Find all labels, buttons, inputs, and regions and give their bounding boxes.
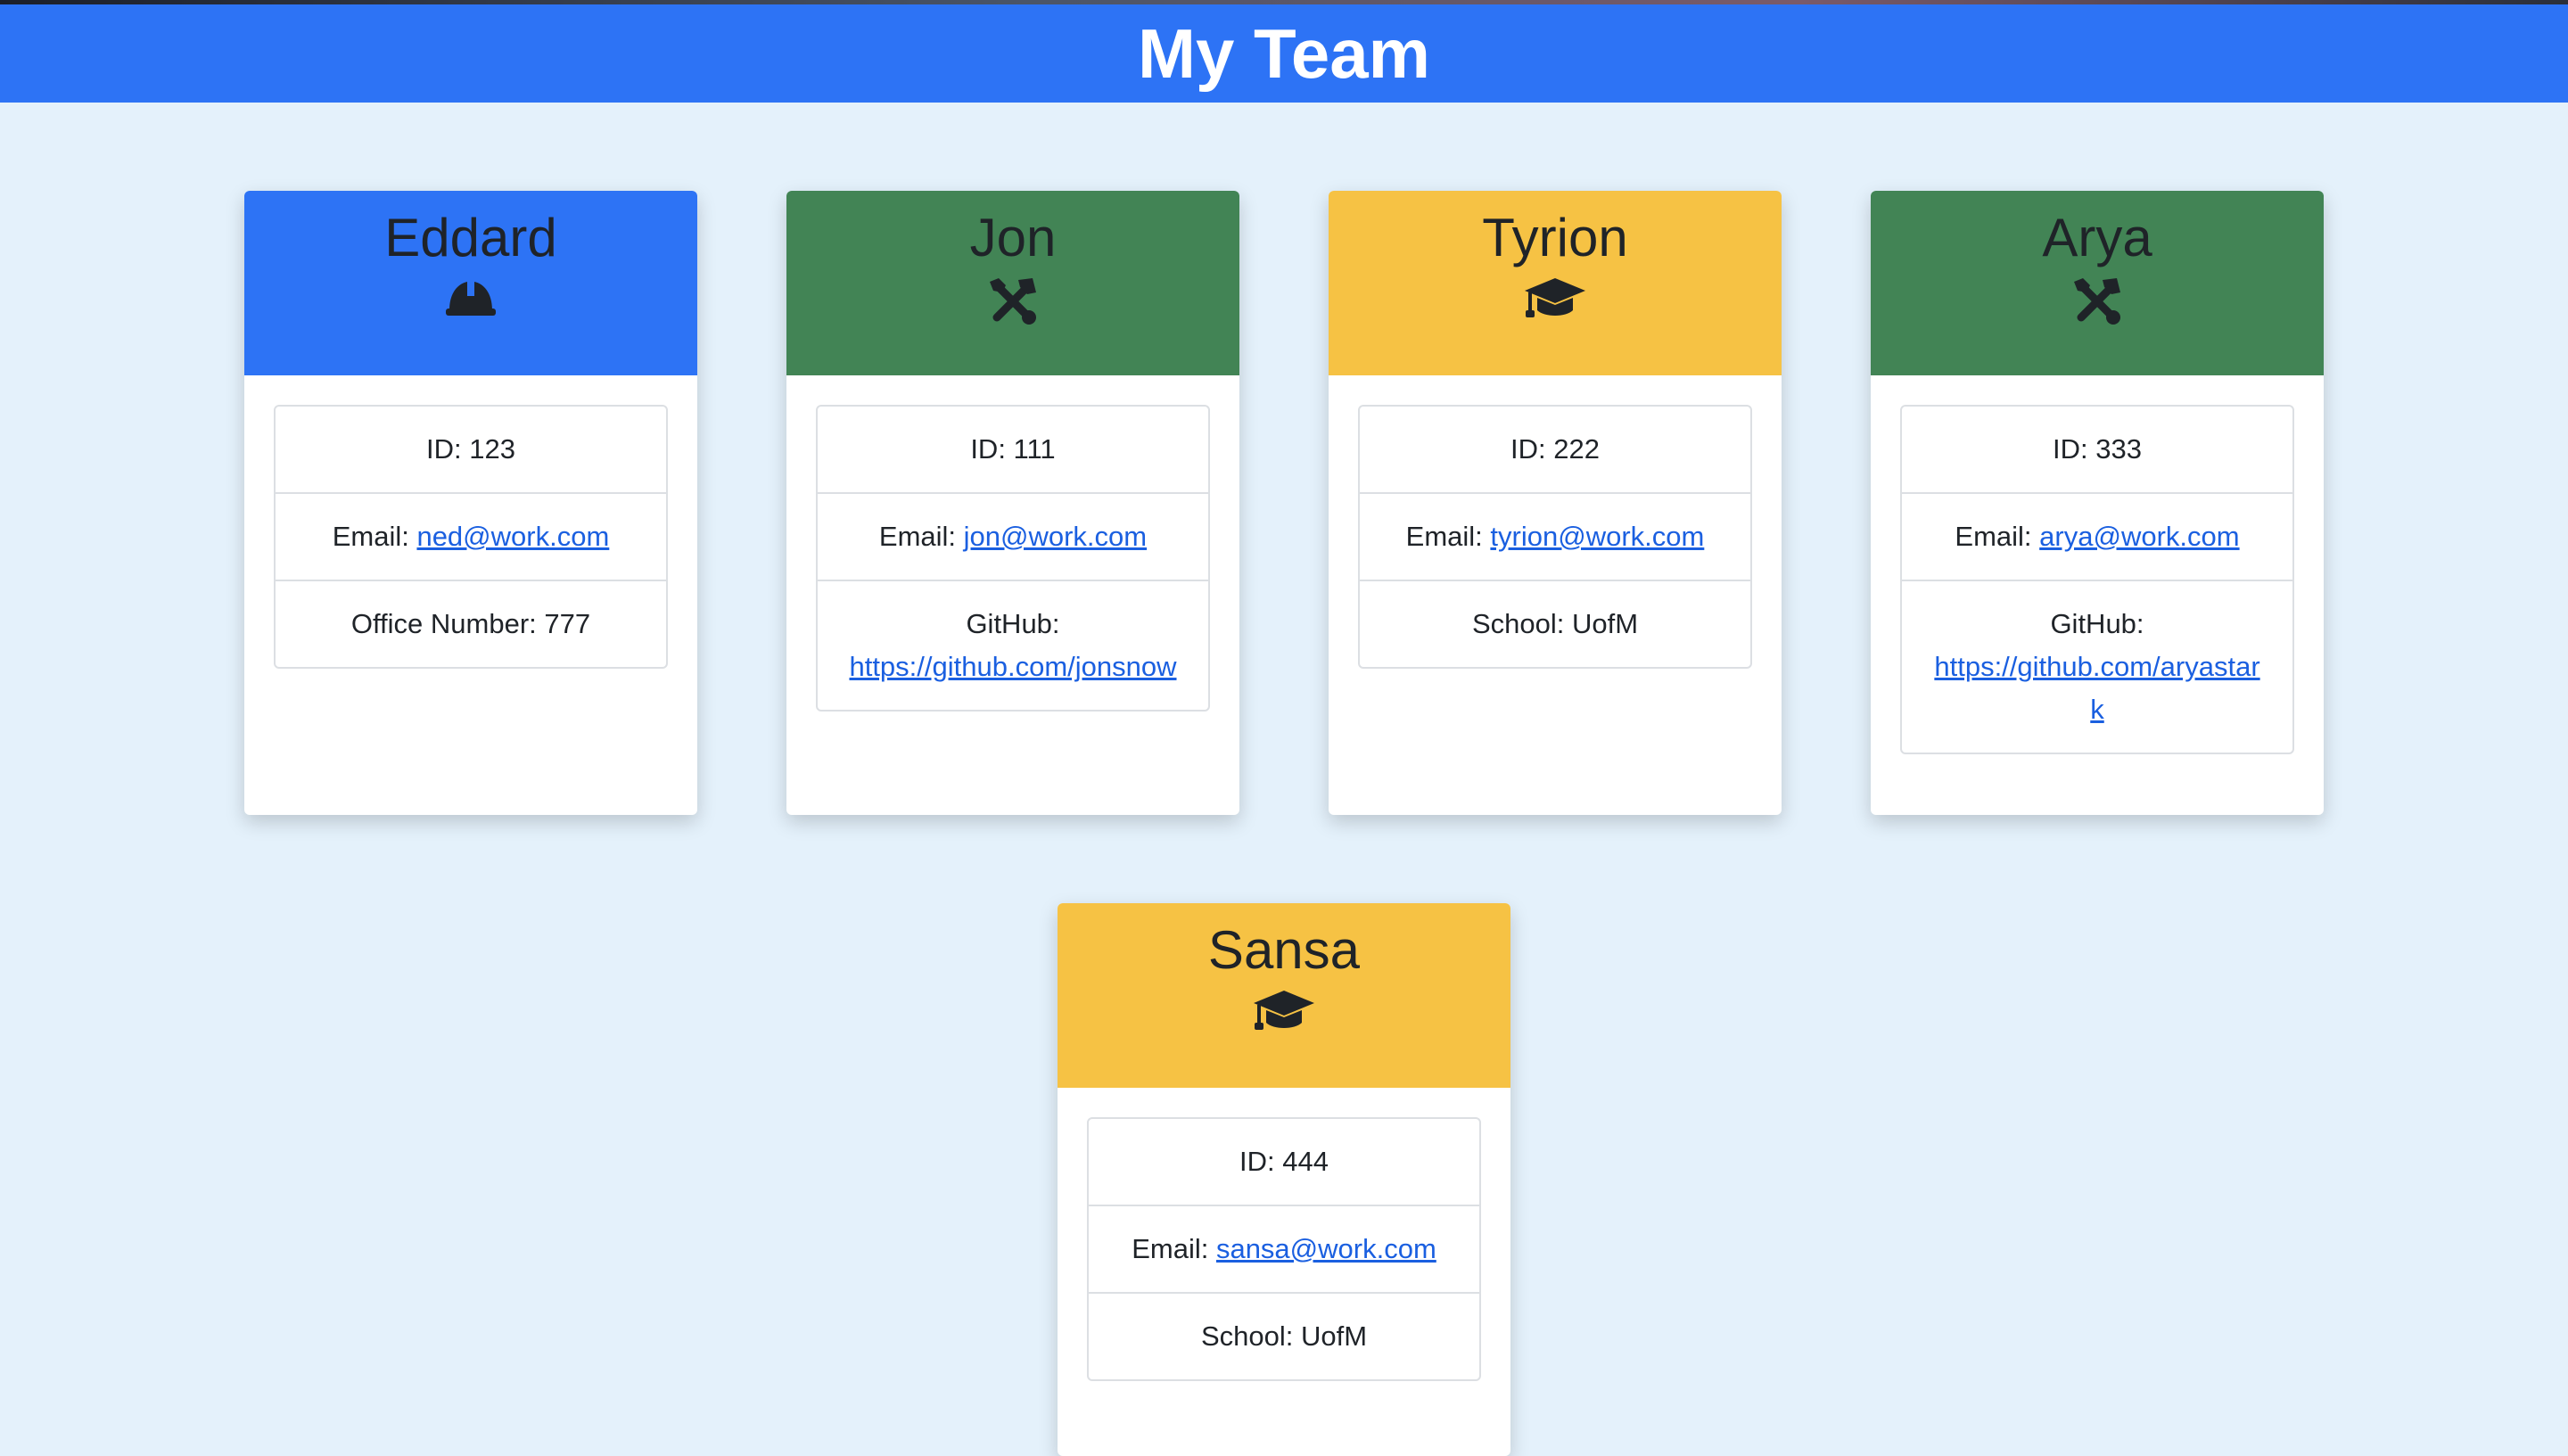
github-row: GitHub: https://github.com/aryastark <box>1902 580 2292 753</box>
graduation-cap-icon <box>1523 275 1587 321</box>
card-header: Sansa <box>1058 903 1510 1088</box>
employee-name: Eddard <box>384 208 557 267</box>
card-header: Tyrion <box>1329 191 1782 375</box>
email-link[interactable]: sansa@work.com <box>1216 1233 1436 1264</box>
github-link[interactable]: https://github.com/aryastark <box>1934 651 2259 725</box>
tools-icon <box>986 275 1040 328</box>
github-row: GitHub: https://github.com/jonsnow <box>818 580 1208 710</box>
email-label: Email: <box>332 521 417 552</box>
employee-card: Sansa ID: 444 Email: sansa@work.com Scho… <box>1058 903 1510 1456</box>
employee-id: ID: 333 <box>2053 433 2142 465</box>
employee-card: Jon ID: 111 Email: jon@work.com GitHub: … <box>786 191 1239 815</box>
card-header: Arya <box>1871 191 2324 375</box>
info-list: ID: 123 Email: ned@work.com Office Numbe… <box>274 405 668 669</box>
tools-icon <box>2070 275 2124 328</box>
employee-email-row: Email: ned@work.com <box>276 492 666 580</box>
info-list: ID: 333 Email: arya@work.com GitHub: htt… <box>1900 405 2294 754</box>
employee-id: ID: 222 <box>1510 433 1600 465</box>
card-header: Jon <box>786 191 1239 375</box>
github-label: GitHub: <box>2050 608 2144 639</box>
employee-email-row: Email: tyrion@work.com <box>1360 492 1750 580</box>
github-label: GitHub: <box>966 608 1060 639</box>
employee-name: Sansa <box>1207 920 1361 980</box>
employee-email-row: Email: jon@work.com <box>818 492 1208 580</box>
card-header: Eddard <box>244 191 697 375</box>
email-link[interactable]: tyrion@work.com <box>1490 521 1704 552</box>
email-label: Email: <box>878 521 964 552</box>
email-label: Email: <box>1955 521 2040 552</box>
employee-card: Eddard ID: 123 Email: ned@work.com Offic… <box>244 191 697 815</box>
school: School: UofM <box>1089 1292 1479 1379</box>
graduation-cap-icon <box>1252 987 1316 1033</box>
school: School: UofM <box>1360 580 1750 667</box>
employee-card: Arya ID: 333 Email: arya@work.com GitHub… <box>1871 191 2324 815</box>
email-link[interactable]: arya@work.com <box>2039 521 2239 552</box>
info-list: ID: 444 Email: sansa@work.com School: Uo… <box>1087 1117 1481 1381</box>
employee-email-row: Email: arya@work.com <box>1902 492 2292 580</box>
office-number: Office Number: 777 <box>276 580 666 667</box>
employee-id: ID: 123 <box>426 433 515 465</box>
info-list: ID: 222 Email: tyrion@work.com School: U… <box>1358 405 1752 669</box>
hard-hat-icon <box>444 275 498 317</box>
employee-email-row: Email: sansa@work.com <box>1089 1205 1479 1292</box>
info-list: ID: 111 Email: jon@work.com GitHub: http… <box>816 405 1210 712</box>
email-label: Email: <box>1405 521 1491 552</box>
page-header: My Team <box>0 4 2568 103</box>
page-title: My Team <box>1138 14 1430 93</box>
employee-card: Tyrion ID: 222 Email: tyrion@work.com Sc… <box>1329 191 1782 815</box>
employee-name: Tyrion <box>1482 208 1628 267</box>
email-label: Email: <box>1132 1233 1216 1264</box>
employee-id: ID: 111 <box>970 433 1056 465</box>
employee-id: ID: 444 <box>1239 1146 1329 1177</box>
email-link[interactable]: jon@work.com <box>964 521 1147 552</box>
employee-name: Arya <box>2042 208 2152 267</box>
email-link[interactable]: ned@work.com <box>416 521 609 552</box>
github-link[interactable]: https://github.com/jonsnow <box>849 651 1176 682</box>
employee-name: Jon <box>969 208 1057 267</box>
